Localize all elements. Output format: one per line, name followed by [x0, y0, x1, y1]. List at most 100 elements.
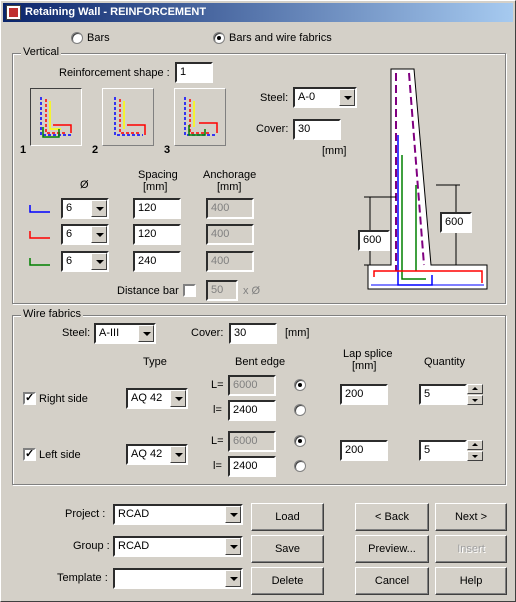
chevron-down-icon[interactable]	[138, 325, 154, 342]
diameter-value-1: 6	[66, 202, 73, 214]
left-l-label: l=	[213, 460, 222, 472]
dimension-left-input[interactable]: 600	[358, 230, 390, 251]
left-L-label: L=	[211, 435, 224, 447]
right-l-label: l=	[213, 404, 222, 416]
left-quantity-spinner[interactable]	[467, 440, 483, 461]
back-button[interactable]: < Back	[355, 503, 429, 531]
distance-bar-label: Distance bar	[117, 285, 179, 297]
spacing-input-1[interactable]: 120	[133, 198, 181, 219]
diameter-select-2[interactable]: 6	[61, 224, 109, 245]
wire-cover-label: Cover:	[191, 327, 224, 339]
radio-bars[interactable]	[71, 32, 83, 44]
group-select[interactable]: RCAD	[113, 536, 243, 557]
right-type-select[interactable]: AQ 42	[126, 388, 188, 409]
vertical-cover-label: Cover:	[256, 123, 289, 135]
title-bar[interactable]: Retaining Wall - REINFORCEMENT	[3, 3, 513, 22]
chevron-down-icon[interactable]	[170, 390, 186, 407]
wire-steel-select[interactable]: A-III	[94, 323, 156, 344]
shape-option-2[interactable]	[102, 88, 154, 146]
app-icon[interactable]	[6, 5, 21, 20]
vertical-steel-select[interactable]: A-0	[293, 87, 357, 108]
radio-bars-and-wire-fabrics[interactable]	[213, 32, 225, 44]
delete-button[interactable]: Delete	[251, 567, 324, 595]
right-l-radio[interactable]	[294, 404, 306, 416]
chevron-down-icon[interactable]	[225, 538, 241, 555]
left-type-value: AQ 42	[131, 448, 163, 460]
spin-up-icon[interactable]	[467, 440, 483, 450]
help-button[interactable]: Help	[435, 567, 507, 595]
bar-red-icon	[29, 231, 50, 239]
right-type-value: AQ 42	[131, 392, 163, 404]
right-l-input[interactable]: 2400	[228, 400, 276, 421]
spacing-header: Spacing	[138, 169, 178, 181]
right-lap-input[interactable]: 200	[340, 384, 388, 405]
dimension-right-input[interactable]: 600	[440, 212, 472, 233]
left-side-checkbox[interactable]: ✓	[23, 448, 36, 461]
insert-button: Insert	[435, 535, 507, 563]
diameter-select-3[interactable]: 6	[61, 251, 109, 272]
anchorage-input-3: 400	[206, 251, 254, 272]
template-label: Template :	[57, 572, 108, 584]
lap-splice-header: Lap splice	[343, 348, 393, 360]
chevron-down-icon[interactable]	[225, 570, 241, 587]
spacing-input-3[interactable]: 240	[133, 251, 181, 272]
right-side-label: Right side	[39, 393, 88, 405]
shape-number-2: 2	[92, 144, 99, 156]
distance-bar-input: 50	[206, 280, 238, 301]
template-select[interactable]	[113, 568, 243, 589]
reinforcement-dialog: Retaining Wall - REINFORCEMENT Bars Bars…	[0, 0, 516, 602]
wire-cover-unit: [mm]	[285, 327, 310, 339]
shape-option-3[interactable]	[174, 88, 226, 146]
distance-bar-unit: x Ø	[243, 285, 261, 297]
chevron-down-icon[interactable]	[91, 200, 107, 217]
bar-green-icon	[29, 258, 50, 266]
spin-up-icon[interactable]	[467, 384, 483, 394]
project-select[interactable]: RCAD	[113, 504, 243, 525]
right-quantity-input[interactable]: 5	[419, 384, 467, 405]
left-l-input[interactable]: 2400	[228, 456, 276, 477]
spacing-unit: [mm]	[143, 181, 168, 193]
spin-down-icon[interactable]	[467, 395, 483, 405]
bent-edge-header: Bent edge	[235, 356, 286, 368]
diameter-select-1[interactable]: 6	[61, 198, 109, 219]
wire-cover-input[interactable]: 30	[229, 323, 277, 344]
shape-option-1[interactable]	[30, 88, 82, 146]
left-L-radio[interactable]	[294, 435, 306, 447]
radio-bars-and-wire-fabrics-label[interactable]: Bars and wire fabrics	[229, 32, 332, 44]
anchorage-header: Anchorage	[203, 169, 257, 181]
preview-button[interactable]: Preview...	[355, 535, 429, 563]
right-L-input: 6000	[228, 375, 276, 396]
shape-number-3: 3	[164, 144, 171, 156]
wire-steel-label: Steel:	[62, 327, 91, 339]
vertical-cover-input[interactable]: 30	[293, 119, 341, 140]
shape-number-1: 1	[20, 144, 27, 156]
right-side-checkbox[interactable]: ✓	[23, 392, 36, 405]
cancel-button[interactable]: Cancel	[355, 567, 429, 595]
vertical-group-title: Vertical	[21, 46, 62, 58]
chevron-down-icon[interactable]	[225, 506, 241, 523]
save-button[interactable]: Save	[251, 535, 324, 563]
distance-bar-checkbox[interactable]	[183, 284, 196, 297]
left-side-label: Left side	[39, 449, 81, 461]
chevron-down-icon[interactable]	[91, 226, 107, 243]
project-value: RCAD	[118, 508, 150, 520]
left-l-radio[interactable]	[294, 460, 306, 472]
chevron-down-icon[interactable]	[339, 89, 355, 106]
shape-3-drawing	[184, 97, 218, 136]
next-button[interactable]: Next >	[435, 503, 507, 531]
right-quantity-spinner[interactable]	[467, 384, 483, 405]
chevron-down-icon[interactable]	[91, 253, 107, 270]
type-header: Type	[143, 356, 167, 368]
group-value: RCAD	[118, 540, 150, 552]
radio-bars-label[interactable]: Bars	[87, 32, 110, 44]
left-lap-input[interactable]: 200	[340, 440, 388, 461]
spacing-input-2[interactable]: 120	[133, 224, 181, 245]
load-button[interactable]: Load	[251, 503, 324, 531]
left-type-select[interactable]: AQ 42	[126, 444, 188, 465]
chevron-down-icon[interactable]	[170, 446, 186, 463]
shape-1-drawing	[40, 97, 72, 138]
right-L-radio[interactable]	[294, 379, 306, 391]
spin-down-icon[interactable]	[467, 451, 483, 461]
left-quantity-input[interactable]: 5	[419, 440, 467, 461]
reinforcement-shape-input[interactable]: 1	[175, 62, 213, 83]
